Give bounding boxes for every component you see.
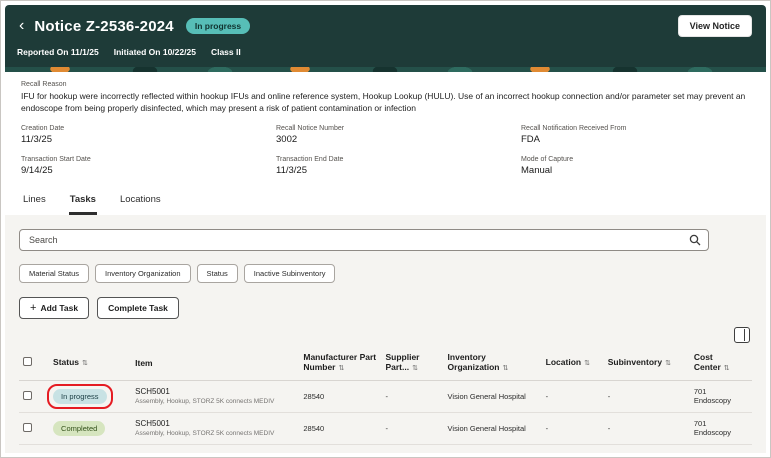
column-location[interactable]: Location ⇅ <box>541 346 604 381</box>
manufacturer-part-number-cell: 28540 <box>299 380 382 413</box>
sort-icon[interactable]: ⇅ <box>338 365 344 372</box>
recall-info-section: Recall Reason IFU for hookup were incorr… <box>5 72 766 187</box>
plus-icon: + <box>30 302 37 315</box>
recall-reason-text: IFU for hookup were incorrectly reflecte… <box>21 91 746 113</box>
field-recall-notice-number: Recall Notice Number 3002 <box>276 125 521 145</box>
transaction-start-date-label: Transaction Start Date <box>21 156 91 164</box>
column-manufacturer-part-number[interactable]: Manufacturer Part Number ⇅ <box>299 346 382 381</box>
transaction-start-date-value: 9/14/25 <box>21 165 53 177</box>
complete-task-label: Complete Task <box>108 303 168 314</box>
column-status[interactable]: Status ⇅ <box>49 346 132 381</box>
table-row[interactable]: In progress SCH5001 Assembly, Hookup, ST… <box>19 380 752 413</box>
chip-status[interactable]: Status <box>196 264 238 284</box>
supplier-part-cell: - <box>381 412 444 446</box>
page-title: Notice Z-2536-2024 <box>34 17 174 35</box>
cost-center-dept: Endoscopy <box>693 396 731 406</box>
select-all-checkbox[interactable] <box>23 357 32 367</box>
mode-of-capture-label: Mode of Capture <box>521 156 574 164</box>
subinventory-cell: - <box>603 380 690 413</box>
inventory-organization-cell: Vision General Hospital <box>443 380 542 413</box>
supplier-part-cell: - <box>381 380 444 413</box>
tasks-panel: Material Status Inventory Organization S… <box>5 215 766 453</box>
column-item: Item <box>131 346 300 381</box>
task-actions: + Add Task Complete Task <box>19 297 752 320</box>
row-checkbox[interactable] <box>23 422 32 432</box>
field-transaction-end-date: Transaction End Date 11/3/25 <box>276 156 521 176</box>
add-task-button[interactable]: + Add Task <box>19 297 90 320</box>
location-cell: - <box>541 412 604 446</box>
sort-icon[interactable]: ⇅ <box>82 360 88 367</box>
class-label: Class II <box>210 47 241 57</box>
inventory-organization-cell: Vision General Hospital <box>443 412 542 446</box>
sort-icon[interactable]: ⇅ <box>503 365 509 372</box>
tab-bar: Lines Tasks Locations <box>5 186 766 216</box>
chip-inventory-organization[interactable]: Inventory Organization <box>95 264 191 284</box>
recall-notice-page: ‹ Notice Z-2536-2024 In progress View No… <box>0 0 771 458</box>
notice-meta: Reported On 11/1/25 Initiated On 10/22/2… <box>17 47 752 57</box>
field-creation-date: Creation Date 11/3/25 <box>21 125 276 145</box>
sort-icon[interactable]: ⇅ <box>412 365 418 372</box>
table-tools <box>19 327 752 344</box>
cost-center-code: 701 <box>693 386 707 396</box>
sort-icon[interactable]: ⇅ <box>724 365 730 372</box>
initiated-on-label: Initiated On 10/22/25 <box>113 47 196 57</box>
item-code: SCH5001 <box>135 386 170 396</box>
transaction-end-date-label: Transaction End Date <box>276 156 344 164</box>
tab-lines[interactable]: Lines <box>22 190 47 215</box>
notification-received-from-label: Recall Notification Received From <box>521 125 627 133</box>
status-badge: In progress <box>53 388 107 404</box>
add-task-label: Add Task <box>40 303 79 314</box>
creation-date-label: Creation Date <box>21 125 65 133</box>
recall-notice-number-label: Recall Notice Number <box>276 125 345 133</box>
manage-columns-icon[interactable] <box>734 327 750 344</box>
sort-icon[interactable]: ⇅ <box>584 360 590 367</box>
search-input[interactable] <box>19 229 709 252</box>
column-inventory-organization[interactable]: Inventory Organization ⇅ <box>443 346 542 381</box>
search-box <box>19 229 709 252</box>
column-subinventory[interactable]: Subinventory ⇅ <box>603 346 690 381</box>
sort-icon[interactable]: ⇅ <box>665 360 671 367</box>
field-mode-of-capture: Mode of Capture Manual <box>521 156 750 176</box>
chip-inactive-subinventory[interactable]: Inactive Subinventory <box>243 264 336 284</box>
recall-reason-label: Recall Reason <box>21 81 67 89</box>
complete-task-button[interactable]: Complete Task <box>97 297 179 320</box>
filter-chips: Material Status Inventory Organization S… <box>19 264 752 284</box>
field-transaction-start-date: Transaction Start Date 9/14/25 <box>21 156 276 176</box>
item-description: Assembly, Hookup, STORZ 5K connects MEDI… <box>135 397 275 405</box>
item-code: SCH5001 <box>135 418 170 428</box>
tab-tasks[interactable]: Tasks <box>68 190 97 216</box>
cost-center-dept: Endoscopy <box>693 428 731 438</box>
field-notification-received-from: Recall Notification Received From FDA <box>521 125 750 145</box>
item-description: Assembly, Hookup, STORZ 5K connects MEDI… <box>135 429 275 437</box>
view-notice-button[interactable]: View Notice <box>677 15 752 37</box>
table-header-row: Status ⇅ Item Manufacturer Part Number ⇅ S… <box>19 346 752 381</box>
transaction-end-date-value: 11/3/25 <box>276 165 307 177</box>
search-icon[interactable] <box>689 234 701 246</box>
location-cell: - <box>541 380 604 413</box>
reported-on-label: Reported On 11/1/25 <box>17 47 99 57</box>
tab-locations[interactable]: Locations <box>119 190 162 215</box>
creation-date-value: 11/3/25 <box>21 134 52 146</box>
mode-of-capture-value: Manual <box>521 165 553 177</box>
back-icon[interactable]: ‹ <box>17 18 26 34</box>
column-cost-center[interactable]: Cost Center ⇅ <box>689 346 752 381</box>
chip-material-status[interactable]: Material Status <box>19 264 90 284</box>
table-row[interactable]: Completed SCH5001 Assembly, Hookup, STOR… <box>19 412 752 446</box>
notification-received-from-value: FDA <box>521 134 540 146</box>
column-supplier-part[interactable]: Supplier Part... ⇅ <box>381 346 444 381</box>
row-checkbox[interactable] <box>23 390 32 400</box>
manufacturer-part-number-cell: 28540 <box>299 412 382 446</box>
subinventory-cell: - <box>603 412 690 446</box>
tasks-table: Status ⇅ Item Manufacturer Part Number ⇅ S… <box>19 346 752 446</box>
page-header: ‹ Notice Z-2536-2024 In progress View No… <box>5 5 766 67</box>
cost-center-code: 701 <box>693 419 707 429</box>
status-badge: Completed <box>53 420 106 436</box>
notice-status-badge: In progress <box>185 18 251 34</box>
recall-notice-number-value: 3002 <box>276 134 298 146</box>
